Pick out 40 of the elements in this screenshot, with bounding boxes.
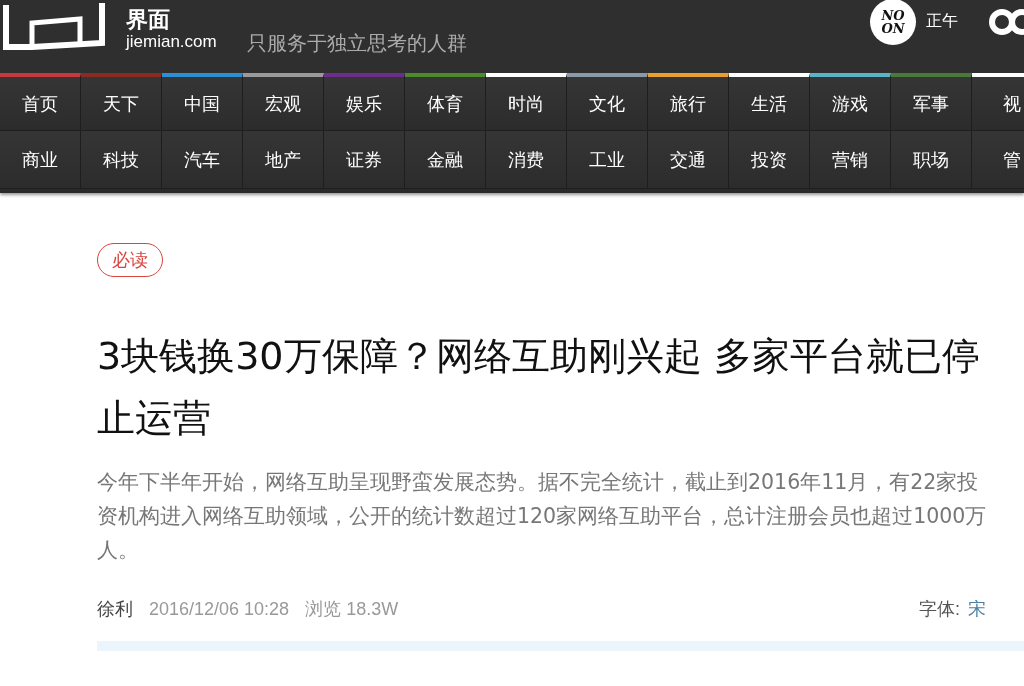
article-summary: 今年下半年开始，网络互助呈现野蛮发展态势。据不完全统计，截止到2016年11月，有22家投资机构进入网络互助领域，公开的统计数超过120家网络互助平台，总计注册会员也超过1000万人。 — [97, 469, 988, 564]
view-count: 浏览 18.3W — [305, 598, 399, 621]
nav-tab[interactable]: 旅行 — [648, 73, 729, 131]
site-domain: jiemian.com — [126, 31, 217, 52]
article-title: 3块钱换30万保障？网络互助刚兴起 多家平台就已停止运营 — [97, 333, 981, 442]
nav-tab[interactable]: 金融 — [405, 131, 486, 189]
nav-tab[interactable]: 职场 — [891, 131, 972, 189]
nav-tab[interactable]: 工业 — [567, 131, 648, 189]
logo-text[interactable]: 界面 — [126, 7, 217, 32]
nav-tab[interactable]: 军事 — [891, 73, 972, 131]
nav-tab[interactable]: 中国 — [162, 73, 243, 131]
nav-tab[interactable]: 交通 — [648, 131, 729, 189]
nav-tab[interactable]: 科技 — [81, 131, 162, 189]
nav-tab[interactable]: 营销 — [810, 131, 891, 189]
font-option[interactable]: 宋 — [968, 597, 986, 621]
noon-badge[interactable]: NO ON — [870, 0, 916, 45]
font-label: 字体: — [919, 598, 960, 621]
nav-tab[interactable]: 娱乐 — [324, 73, 405, 131]
nav-tab[interactable]: 首页 — [0, 73, 81, 131]
nav-tab[interactable]: 证券 — [324, 131, 405, 189]
logo-icon[interactable] — [2, 2, 106, 51]
nav-tab[interactable]: 游戏 — [810, 73, 891, 131]
nav-tab[interactable]: 体育 — [405, 73, 486, 131]
slogan: 只服务于独立思考的人群 — [246, 30, 467, 57]
nav-tab[interactable]: 汽车 — [162, 131, 243, 189]
nav-tab[interactable]: 消费 — [486, 131, 567, 189]
nav-tab[interactable]: 地产 — [243, 131, 324, 189]
nav-tab[interactable]: 宏观 — [243, 73, 324, 131]
publish-date: 2016/12/06 10:28 — [149, 598, 290, 620]
nav-tab[interactable]: 视 — [972, 73, 1024, 131]
nav-tab[interactable]: 管 — [972, 131, 1024, 189]
nav-tab[interactable]: 天下 — [81, 73, 162, 131]
nav-tab[interactable]: 商业 — [0, 131, 81, 189]
nav-tab[interactable]: 生活 — [729, 73, 810, 131]
nav-tab[interactable]: 时尚 — [486, 73, 567, 131]
loop-icon[interactable] — [988, 7, 1024, 36]
nav-tab[interactable]: 文化 — [567, 73, 648, 131]
author-name[interactable]: 徐利 — [97, 597, 133, 621]
noon-link[interactable]: 正午 — [926, 11, 958, 32]
nav-tab[interactable]: 投资 — [729, 131, 810, 189]
